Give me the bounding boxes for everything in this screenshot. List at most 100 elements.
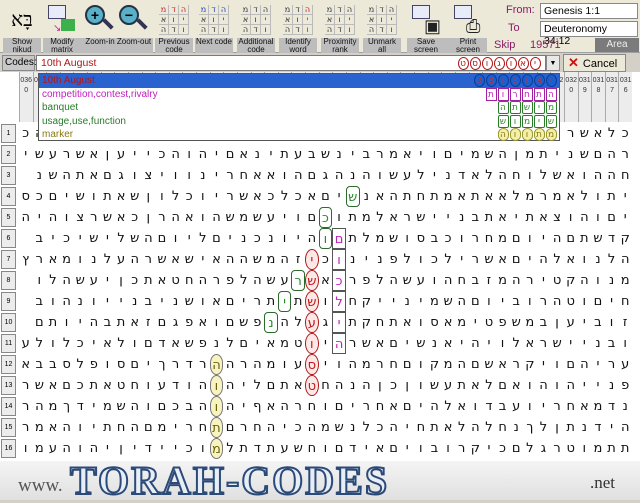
letter-cell[interactable]: י [169,438,183,459]
letter-cell[interactable]: ך [155,354,169,375]
letter-cell[interactable]: ם [591,291,605,312]
letter-cell[interactable]: ע [19,333,33,354]
additional-code-button[interactable]: מ ד ה א ו י ה ד ו Additional code [234,2,278,53]
letter-cell[interactable]: ע [564,312,578,333]
letter-cell[interactable]: ט [305,375,319,396]
letter-cell[interactable]: ט [564,438,578,459]
letter-cell[interactable]: ד [142,438,156,459]
letter-cell[interactable]: י [523,249,537,270]
letter-cell[interactable]: ן [101,144,115,165]
letter-cell[interactable]: א [455,396,469,417]
letter-cell[interactable]: ר [346,333,360,354]
letter-cell[interactable]: ו [318,228,333,249]
letter-cell[interactable]: ס [114,354,128,375]
show-nikud-button[interactable]: בָּא Show nikud [0,2,44,53]
letter-cell[interactable]: מ [387,144,401,165]
letter-cell[interactable]: י [251,333,265,354]
row-number-button[interactable]: 10 [1,313,16,332]
letter-cell[interactable]: ש [251,249,265,270]
letter-cell[interactable]: ה [578,354,592,375]
letter-cell[interactable]: ן [142,207,156,228]
letter-cell[interactable]: ם [155,312,169,333]
letter-cell[interactable]: א [87,144,101,165]
letter-cell[interactable]: ל [169,186,183,207]
letter-cell[interactable]: ם [564,228,578,249]
letter-cell[interactable]: ש [155,249,169,270]
letter-cell[interactable]: ל [360,417,374,438]
letter-cell[interactable]: י [428,165,442,186]
letter-cell[interactable]: ו [523,291,537,312]
letter-cell[interactable]: מ [496,228,510,249]
letter-cell[interactable]: ו [182,375,196,396]
letter-cell[interactable]: ו [428,270,442,291]
letter-cell[interactable]: ל [114,333,128,354]
letter-cell[interactable]: מ [496,270,510,291]
letter-cell[interactable]: פ [618,375,632,396]
letter-cell[interactable]: ם [469,354,483,375]
letter-cell[interactable]: ה [387,417,401,438]
letter-cell[interactable]: ו [482,291,496,312]
letter-cell[interactable]: ב [46,354,60,375]
letter-cell[interactable]: ת [73,165,87,186]
letter-cell[interactable]: ה [46,207,60,228]
letter-cell[interactable]: י [550,144,564,165]
letter-cell[interactable]: ר [196,354,210,375]
letter-cell[interactable]: י [87,396,101,417]
letter-cell[interactable]: ת [264,291,278,312]
letter-cell[interactable]: י [414,396,428,417]
letter-cell[interactable]: ח [251,417,265,438]
letter-cell[interactable]: מ [591,438,605,459]
letter-cell[interactable]: א [264,333,278,354]
letter-cell[interactable]: ש [428,375,442,396]
letter-cell[interactable]: ד [346,438,360,459]
letter-cell[interactable]: א [400,144,414,165]
letter-cell[interactable]: י [360,438,374,459]
letter-cell[interactable]: ש [319,144,333,165]
letter-cell[interactable]: א [441,312,455,333]
letter-cell[interactable]: י [155,438,169,459]
letter-cell[interactable]: ח [387,354,401,375]
letter-cell[interactable]: ש [387,165,401,186]
letter-cell[interactable]: א [564,249,578,270]
letter-cell[interactable]: ו [578,165,592,186]
letter-cell[interactable]: י [33,207,47,228]
letter-cell[interactable]: ש [33,375,47,396]
letter-cell[interactable]: מ [469,144,483,165]
letter-cell[interactable]: נ [346,165,360,186]
letter-cell[interactable]: ע [114,144,128,165]
letter-cell[interactable]: ח [496,417,510,438]
letter-cell[interactable]: ע [291,354,305,375]
letter-cell[interactable]: ו [414,312,428,333]
letter-cell[interactable]: ל [537,417,551,438]
letter-cell[interactable]: ס [305,354,319,375]
letter-cell[interactable]: ד [591,417,605,438]
letter-cell[interactable]: כ [33,186,47,207]
letter-cell[interactable]: י [278,207,292,228]
letter-cell[interactable]: ל [441,396,455,417]
letter-cell[interactable]: ד [169,375,183,396]
letter-cell[interactable]: ע [509,396,523,417]
letter-cell[interactable]: ל [46,270,60,291]
letter-cell[interactable]: ח [305,438,319,459]
row-number-button[interactable]: 16 [1,439,16,458]
letter-cell[interactable]: כ [291,186,305,207]
letter-cell[interactable]: ר [251,291,265,312]
letter-cell[interactable]: נ [332,144,346,165]
letter-cell[interactable]: ו [455,228,469,249]
row-number-button[interactable]: 15 [1,418,16,437]
letter-cell[interactable]: ד [605,228,619,249]
letter-cell[interactable]: ה [618,417,632,438]
letter-cell[interactable]: ן [400,375,414,396]
letter-cell[interactable]: ב [469,270,483,291]
letter-cell[interactable]: ב [509,291,523,312]
letter-cell[interactable]: ו [332,207,346,228]
letter-cell[interactable]: ר [169,354,183,375]
letter-cell[interactable]: ד [251,438,265,459]
letter-cell[interactable]: ה [33,396,47,417]
letter-cell[interactable]: ו [578,438,592,459]
letter-cell[interactable]: ז [142,312,156,333]
row-number-button[interactable]: 7 [1,250,16,269]
letter-cell[interactable]: ת [605,186,619,207]
letter-cell[interactable]: י [578,312,592,333]
letter-cell[interactable]: ת [209,417,224,438]
